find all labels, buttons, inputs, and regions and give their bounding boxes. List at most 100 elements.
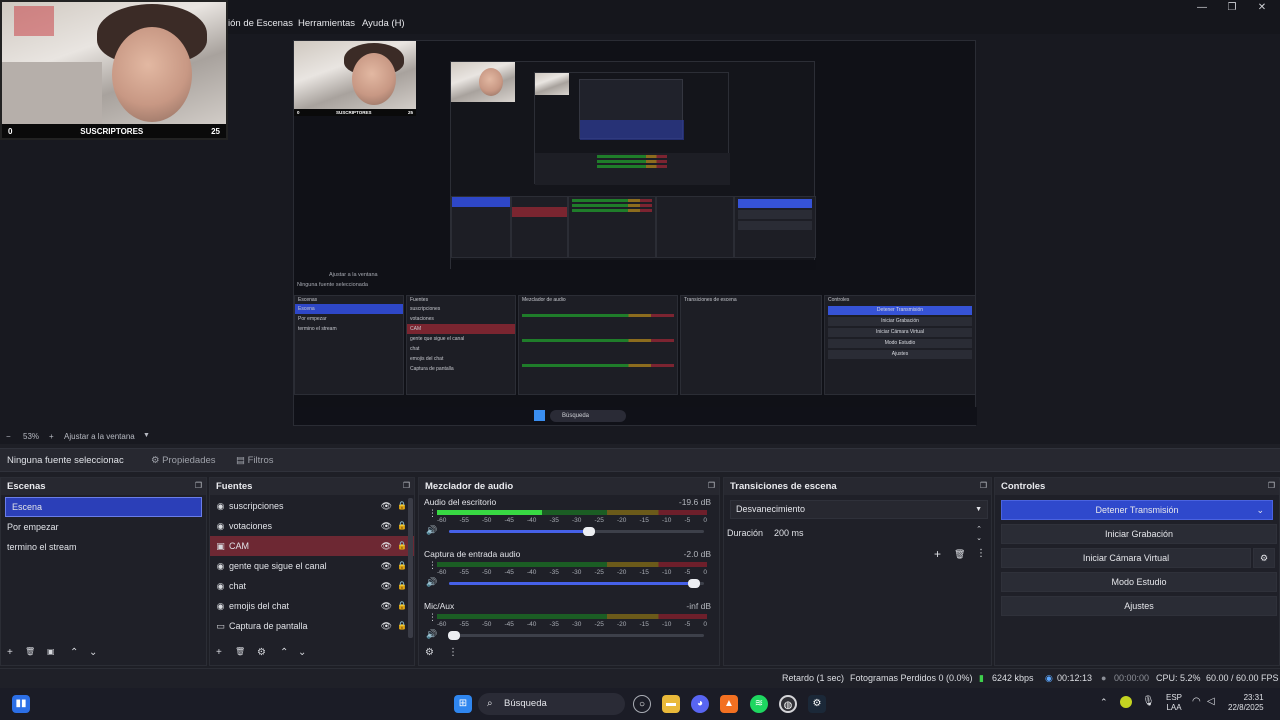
task-view-icon[interactable]: ▮▮ (12, 695, 30, 713)
add-scene-button[interactable]: + (7, 647, 13, 658)
visibility-eye-icon[interactable]: 👁 (381, 556, 392, 576)
chevron-down-icon[interactable]: ⌄ (1256, 501, 1264, 519)
remove-transition-button[interactable]: 🗑 (954, 549, 965, 560)
zoom-out-button[interactable]: − (6, 432, 11, 441)
undock-icon[interactable]: ❐ (195, 481, 202, 490)
scene-item-por-empezar[interactable]: Por empezar (1, 517, 206, 537)
discord-icon[interactable]: ◕ (691, 695, 709, 713)
undock-icon[interactable]: ❐ (980, 481, 987, 490)
volume-knob[interactable] (687, 579, 700, 588)
zoom-dropdown-icon[interactable]: ▼ (143, 432, 150, 439)
nested-source-2: votaciones (410, 316, 434, 322)
zoom-in-button[interactable]: + (49, 432, 54, 441)
scene-item-termino[interactable]: termino el stream (1, 537, 206, 557)
move-scene-up-button[interactable]: ⌃ (70, 647, 78, 658)
menu-help[interactable]: Ayuda (H) (362, 18, 405, 29)
move-scene-down-button[interactable]: ⌄ (89, 647, 97, 658)
language-indicator[interactable]: ESP LAA (1166, 693, 1182, 713)
volume-slider[interactable] (448, 631, 704, 640)
lock-icon[interactable]: 🔒 (397, 516, 407, 536)
mixer-settings-button[interactable]: ⚙ (425, 647, 434, 658)
undock-icon[interactable]: ❐ (1268, 481, 1275, 490)
visibility-eye-icon[interactable]: 👁 (381, 536, 392, 556)
volume-knob[interactable] (448, 631, 461, 640)
visibility-eye-icon[interactable]: 👁 (381, 616, 392, 636)
start-virtual-camera-button[interactable]: Iniciar Cámara Virtual (1001, 548, 1251, 568)
copilot-icon[interactable]: ○ (633, 695, 651, 713)
stream-icon: ◉ (1045, 673, 1053, 683)
maximize-button[interactable]: ❐ (1218, 2, 1246, 16)
source-item-captura[interactable]: ▭ Captura de pantalla 👁 🔒 (210, 616, 414, 636)
source-item-gente[interactable]: ◉ gente que sigue el canal 👁 🔒 (210, 556, 414, 576)
start-icon[interactable]: ⊞ (454, 695, 472, 713)
virtual-camera-settings-button[interactable]: ⚙ (1253, 548, 1275, 568)
properties-button[interactable]: ⚙ Propiedades (151, 455, 216, 466)
app-icon[interactable]: ▲ (720, 695, 738, 713)
volume-icon[interactable]: ◁ (1207, 696, 1215, 707)
volume-slider[interactable] (449, 527, 704, 536)
clock[interactable]: 23:31 22/8/2025 (1228, 693, 1264, 713)
source-item-suscripciones[interactable]: ◉ suscripciones 👁 🔒 (210, 496, 414, 516)
filters-button[interactable]: ▤ Filtros (236, 455, 274, 466)
add-transition-button[interactable]: + (934, 547, 941, 561)
studio-mode-button[interactable]: Modo Estudio (1001, 572, 1277, 592)
wifi-icon[interactable]: ◠ (1192, 696, 1201, 707)
source-item-cam[interactable]: ▣ CAM 👁 🔒 (210, 536, 414, 556)
menu-tools[interactable]: Herramientas (298, 18, 355, 29)
visibility-eye-icon[interactable]: 👁 (381, 596, 392, 616)
lock-icon[interactable]: 🔒 (397, 556, 407, 576)
undock-icon[interactable]: ❐ (403, 481, 410, 490)
visibility-eye-icon[interactable]: 👁 (381, 496, 392, 516)
add-source-button[interactable]: + (216, 647, 222, 658)
steam-icon[interactable]: ⚙ (808, 695, 826, 713)
source-properties-button[interactable]: ⚙ (257, 647, 266, 658)
taskbar-search[interactable]: ⌕ Búsqueda (478, 693, 625, 715)
file-explorer-icon[interactable]: ▬ (662, 695, 680, 713)
stop-stream-button[interactable]: Detener Transmisión ⌄ (1001, 500, 1273, 520)
lock-icon[interactable]: 🔒 (397, 576, 407, 596)
start-recording-button[interactable]: Iniciar Grabación (1001, 524, 1277, 544)
channel-menu-icon[interactable]: ⋮ (428, 612, 437, 623)
source-item-emojis[interactable]: ◉ emojis del chat 👁 🔒 (210, 596, 414, 616)
volume-slider[interactable] (449, 579, 704, 588)
remove-scene-button[interactable]: 🗑 (25, 647, 35, 656)
nested-settings-button: Ajustes (828, 350, 972, 359)
scene-item-escena[interactable]: Escena (5, 497, 202, 517)
sources-scrollbar[interactable] (408, 498, 413, 638)
source-item-chat[interactable]: ◉ chat 👁 🔒 (210, 576, 414, 596)
speaker-icon[interactable]: 🔊 (426, 525, 437, 536)
source-item-votaciones[interactable]: ◉ votaciones 👁 🔒 (210, 516, 414, 536)
duration-input[interactable]: 200 ms ⌃ ⌄ (771, 524, 988, 543)
lock-icon[interactable]: 🔒 (397, 496, 407, 516)
mixer-menu-button[interactable]: ⋮ (448, 647, 458, 658)
tray-expand-icon[interactable]: ⌃ (1100, 697, 1108, 708)
minimize-button[interactable]: — (1188, 2, 1216, 16)
settings-button[interactable]: Ajustes (1001, 596, 1277, 616)
obs-icon[interactable]: ◍ (779, 695, 797, 713)
speaker-icon[interactable]: 🔊 (426, 577, 437, 588)
speaker-icon[interactable]: 🔊 (426, 629, 437, 640)
lock-icon[interactable]: 🔒 (397, 536, 407, 556)
controls-title-text: Controles (1001, 481, 1046, 492)
spin-down-icon[interactable]: ⌄ (976, 529, 982, 548)
volume-knob[interactable] (583, 527, 596, 536)
lock-icon[interactable]: 🔒 (397, 596, 407, 616)
microphone-icon[interactable]: 🎙 (1142, 696, 1155, 707)
menu-scene-collection[interactable]: ión de Escenas (228, 18, 293, 29)
undock-icon[interactable]: ❐ (708, 481, 715, 490)
transition-menu-button[interactable]: ⋮ (976, 548, 986, 559)
remove-source-button[interactable]: 🗑 (235, 647, 245, 656)
lock-icon[interactable]: 🔒 (397, 616, 407, 636)
visibility-eye-icon[interactable]: 👁 (381, 576, 392, 596)
visibility-eye-icon[interactable]: 👁 (381, 516, 392, 536)
channel-menu-icon[interactable]: ⋮ (428, 508, 437, 519)
transition-select[interactable]: Desvanecimiento ▼ (730, 500, 988, 519)
preview-canvas[interactable]: 0 SUSCRIPTORES 25 Ajustar a la ventana N… (293, 40, 977, 426)
move-source-down-button[interactable]: ⌄ (298, 647, 306, 658)
scene-filters-button[interactable]: ▣ (47, 647, 55, 656)
spotify-icon[interactable]: ≋ (750, 695, 768, 713)
channel-menu-icon[interactable]: ⋮ (428, 560, 437, 571)
move-source-up-button[interactable]: ⌃ (280, 647, 288, 658)
tray-app-icon[interactable] (1120, 696, 1132, 708)
close-button[interactable]: ✕ (1248, 2, 1276, 16)
